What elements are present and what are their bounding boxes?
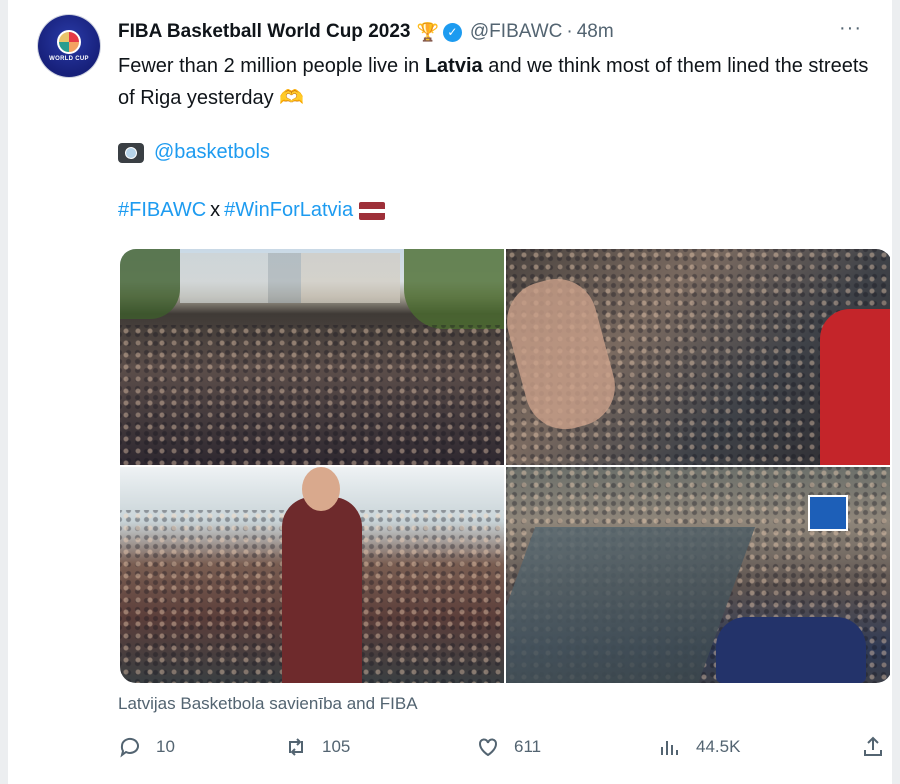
like-count: 611 (514, 737, 542, 756)
reply-icon (120, 737, 139, 758)
credit-mention-link[interactable]: @basketbols (154, 141, 270, 164)
author-name[interactable]: FIBA Basketball World Cup 2023 (118, 21, 410, 43)
retweet-icon (289, 738, 303, 756)
analytics-icon (661, 741, 678, 755)
tweet-text-bold: Latvia (424, 55, 483, 77)
tweet-text-part1: Fewer than 2 million people live in (118, 55, 425, 77)
photo-credit: @basketbols (118, 141, 270, 164)
media-caption: Latvijas Basketbola savienība and FIBA (118, 694, 418, 713)
reply-button[interactable]: 10 (118, 735, 175, 759)
crowd (120, 324, 504, 465)
player-head (302, 467, 340, 511)
photo-street-crowd[interactable] (506, 467, 890, 683)
avatar[interactable]: WORLD CUP (38, 15, 100, 77)
hashtag-winforlatvia[interactable]: #WinForLatvia (224, 199, 353, 222)
hashtag-fibawc[interactable]: #FIBAWC (118, 199, 206, 222)
author-handle[interactable]: @FIBAWC (470, 21, 562, 43)
timestamp[interactable]: 48m (577, 21, 614, 43)
separator-dot: · (566, 21, 573, 42)
latvia-flag-icon (359, 201, 386, 220)
action-bar: 10 105 611 44.5K (118, 735, 888, 765)
photo-crowd-closeup[interactable] (506, 249, 890, 465)
trees (404, 249, 504, 329)
avatar-label: WORLD CUP (49, 56, 89, 62)
heart-icon (479, 738, 497, 757)
more-options-icon[interactable]: ··· (839, 17, 862, 40)
car (716, 617, 866, 683)
tweet-text: Fewer than 2 million people live in Latv… (118, 50, 888, 114)
share-icon (864, 736, 882, 756)
views-button[interactable]: 44.5K (658, 735, 740, 759)
camera-icon (118, 142, 144, 163)
player-jacket (282, 497, 362, 683)
hashtag-separator: x (210, 199, 221, 221)
photo-crowd-square[interactable] (120, 249, 504, 465)
reply-count: 10 (156, 737, 175, 756)
media-grid (120, 249, 892, 683)
tweet-card: WORLD CUP FIBA Basketball World Cup 2023… (8, 0, 892, 784)
like-button[interactable]: 611 (476, 735, 541, 759)
tweet-header: FIBA Basketball World Cup 2023 🏆 ✓ @FIBA… (118, 17, 872, 47)
views-count: 44.5K (696, 737, 741, 756)
heart-hands-icon: 🫶 (279, 87, 305, 109)
trees (120, 249, 180, 319)
verified-badge-icon: ✓ (442, 22, 462, 42)
basketball-logo-icon (57, 30, 81, 54)
crosswalk-sign-icon (808, 495, 848, 531)
hashtags: #FIBAWC x #WinForLatvia (118, 199, 386, 222)
trophy-icon: 🏆 (416, 21, 439, 42)
buildings (180, 253, 400, 303)
retweet-count: 105 (322, 737, 351, 756)
red-sleeve (820, 309, 890, 465)
retweet-button[interactable]: 105 (284, 735, 350, 759)
share-button[interactable] (861, 735, 899, 759)
photo-player-high-fives[interactable] (120, 467, 504, 683)
